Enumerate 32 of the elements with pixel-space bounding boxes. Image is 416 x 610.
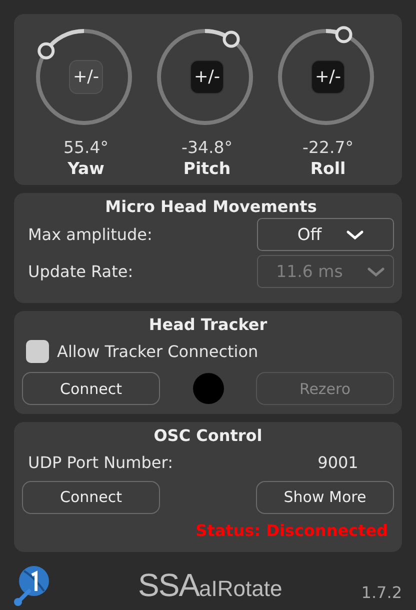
axis-label: Yaw (68, 159, 104, 178)
chevron-down-icon (366, 266, 385, 277)
setting-label: Update Rate: (28, 262, 134, 282)
port-label: UDP Port Number: (28, 453, 174, 472)
logo-text: SSA (138, 566, 200, 604)
logo-subtext: aIRotate (199, 576, 282, 602)
invert-button[interactable]: +/- (69, 60, 103, 94)
angle-value: 55.4° (64, 138, 108, 157)
angle-value: -34.8° (182, 138, 232, 157)
invert-button[interactable]: +/- (190, 60, 224, 94)
connect-button[interactable]: Connect (22, 372, 160, 406)
dropdown[interactable]: Off (257, 218, 394, 252)
chevron-down-icon (346, 230, 364, 240)
setting-label: Max amplitude: (28, 225, 152, 244)
section-title: Head Tracker (148, 315, 268, 334)
section-title: Micro Head Movements (104, 197, 318, 216)
port-value: 9001 (316, 453, 360, 472)
osc-button[interactable]: Connect (22, 480, 160, 514)
axis-label: Roll (310, 159, 346, 178)
invert-button[interactable]: +/- (311, 60, 345, 94)
osc-button[interactable]: Show More (256, 480, 394, 514)
section-title: OSC Control (152, 426, 264, 445)
knob-handle[interactable] (335, 26, 352, 44)
globe-icon (12, 563, 52, 608)
version-label: 1.7.2 (361, 582, 402, 602)
axis-label: Pitch (183, 159, 231, 178)
angle-value: -22.7° (302, 138, 354, 157)
knob-handle[interactable] (222, 30, 240, 48)
checkbox[interactable] (26, 340, 49, 363)
checkbox-label: Allow Tracker Connection (57, 342, 258, 361)
knob-handle[interactable] (38, 42, 55, 60)
status-text: Status: Disconnected (194, 520, 389, 540)
